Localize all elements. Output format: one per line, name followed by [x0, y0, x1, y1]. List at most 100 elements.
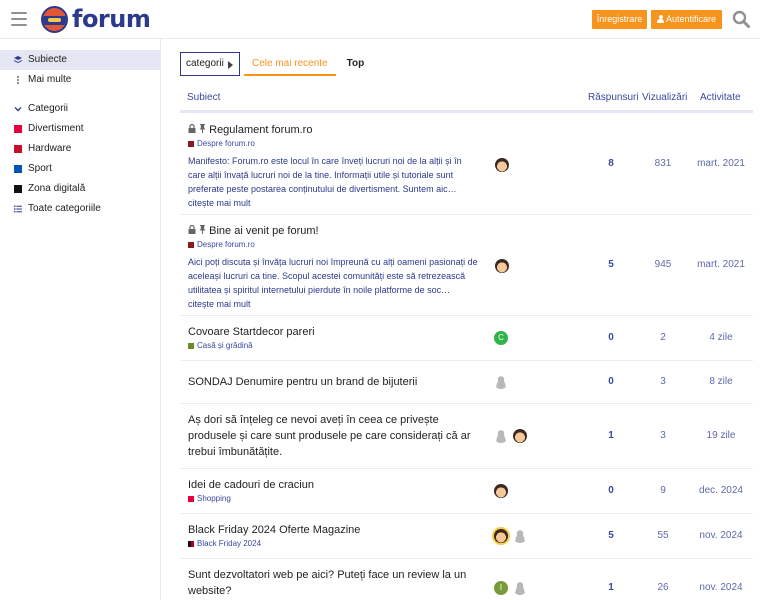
- sidebar-item-subiecte[interactable]: Subiecte: [0, 50, 161, 70]
- category-color-swatch: [188, 242, 194, 248]
- topic-excerpt[interactable]: Manifesto: Forum.ro este locul în care î…: [188, 154, 478, 210]
- avatar[interactable]: [513, 429, 527, 443]
- header-replies[interactable]: Răspunsuri: [588, 92, 639, 103]
- sidebar-all-categories[interactable]: Toate categoriile: [0, 199, 161, 219]
- topic-category[interactable]: Despre forum.ro: [188, 240, 255, 250]
- avatar[interactable]: [494, 429, 508, 443]
- register-button[interactable]: Înregistrare: [592, 10, 647, 29]
- topic-activity[interactable]: nov. 2024: [693, 582, 749, 593]
- topic-row[interactable]: Idei de cadouri de craciun Shopping 0 9 …: [180, 469, 753, 514]
- login-button-label: Autentificare: [665, 14, 717, 24]
- topic-activity[interactable]: 19 zile: [693, 430, 749, 441]
- topic-activity[interactable]: mart. 2021: [693, 259, 749, 270]
- topic-category[interactable]: Black Friday 2024: [188, 539, 261, 549]
- vertical-ellipsis-icon: [17, 76, 19, 84]
- login-button[interactable]: Autentificare: [651, 10, 722, 29]
- topic-views: 831: [654, 158, 672, 169]
- logo-text: forum: [72, 5, 151, 33]
- topic-title[interactable]: Sunt dezvoltatori web pe aici? Puteți fa…: [188, 567, 478, 599]
- pin-icon: [199, 124, 206, 133]
- topic-views: 3: [660, 376, 666, 387]
- topic-replies: 0: [608, 376, 614, 387]
- category-color-swatch: [188, 541, 194, 547]
- sidebar-category-divertisment[interactable]: Divertisment: [0, 119, 161, 139]
- topic-row[interactable]: Sunt dezvoltatori web pe aici? Puteți fa…: [180, 559, 753, 600]
- avatar[interactable]: [494, 375, 508, 389]
- category-color-swatch: [188, 496, 194, 502]
- topic-activity[interactable]: 8 zile: [693, 376, 749, 387]
- topic-category[interactable]: Shopping: [188, 494, 231, 504]
- topic-views: 3: [660, 430, 666, 441]
- avatar[interactable]: [513, 529, 527, 543]
- category-label: Divertisment: [28, 123, 84, 134]
- category-color-swatch: [14, 165, 22, 173]
- topic-title[interactable]: Black Friday 2024 Oferte Magazine: [188, 522, 488, 538]
- avatar[interactable]: [494, 529, 508, 543]
- categories-dropdown[interactable]: categorii: [180, 52, 240, 76]
- topic-activity[interactable]: nov. 2024: [693, 530, 749, 541]
- topic-title[interactable]: Aș dori să înțeleg ce nevoi aveți în cee…: [188, 412, 488, 460]
- tab-latest[interactable]: Cele mai recente: [244, 52, 336, 76]
- category-color-swatch: [14, 125, 22, 133]
- sidebar-category-zona-digitala[interactable]: Zona digitală: [0, 179, 161, 199]
- list-icon: [14, 205, 22, 213]
- topic-replies: 0: [608, 332, 614, 343]
- topic-row[interactable]: Aș dori să înțeleg ce nevoi aveți în cee…: [180, 404, 753, 469]
- header-views[interactable]: Vizualizări: [642, 92, 687, 103]
- header-subject[interactable]: Subiect: [187, 92, 220, 103]
- topic-nav: categorii Cele mai recente Top: [180, 52, 372, 76]
- topic-row[interactable]: Regulament forum.ro Despre forum.ro Mani…: [180, 116, 753, 215]
- categories-section-toggle[interactable]: Categorii: [0, 99, 161, 119]
- category-label: Hardware: [28, 143, 72, 154]
- avatar[interactable]: [495, 259, 509, 273]
- topic-activity[interactable]: mart. 2021: [693, 158, 749, 169]
- main-content: categorii Cele mai recente Top Subiect R…: [162, 39, 760, 600]
- topic-replies: 5: [608, 259, 614, 270]
- hamburger-menu-icon[interactable]: [11, 12, 27, 26]
- logo-mark-icon: [41, 5, 68, 33]
- avatar[interactable]: I: [494, 581, 508, 595]
- site-logo[interactable]: forum: [41, 5, 151, 33]
- topic-row[interactable]: Covoare Startdecor pareri Casă și grădin…: [180, 316, 753, 361]
- topic-views: 945: [654, 259, 672, 270]
- topic-category-label: Shopping: [197, 494, 231, 503]
- topic-category[interactable]: Despre forum.ro: [188, 139, 255, 149]
- search-icon[interactable]: [732, 10, 750, 28]
- topic-row[interactable]: Bine ai venit pe forum! Despre forum.ro …: [180, 215, 753, 316]
- sidebar-category-sport[interactable]: Sport: [0, 159, 161, 179]
- category-color-swatch: [14, 185, 22, 193]
- sidebar-category-hardware[interactable]: Hardware: [0, 139, 161, 159]
- avatar[interactable]: [495, 158, 509, 172]
- topic-activity[interactable]: dec. 2024: [693, 485, 749, 496]
- avatar[interactable]: [513, 581, 527, 595]
- topic-replies: 1: [608, 582, 614, 593]
- topic-category[interactable]: Casă și grădină: [188, 341, 253, 351]
- category-color-swatch: [188, 343, 194, 349]
- topic-views: 26: [657, 582, 669, 593]
- categories-heading: Categorii: [28, 103, 69, 114]
- sidebar: Subiecte Mai multe Categorii Divertismen…: [0, 39, 161, 600]
- topic-excerpt[interactable]: Aici poți discuta și învăța lucruri noi …: [188, 255, 478, 311]
- topic-table-header: Subiect Răspunsuri Vizualizări Activitat…: [180, 89, 753, 113]
- topic-row[interactable]: SONDAJ Denumire pentru un brand de bijut…: [180, 361, 753, 404]
- topic-replies: 0: [608, 485, 614, 496]
- category-label: Zona digitală: [28, 183, 86, 194]
- lock-icon: [188, 124, 196, 133]
- topic-replies: 5: [608, 530, 614, 541]
- topic-title-row[interactable]: Bine ai venit pe forum!: [188, 223, 488, 239]
- topic-title-row[interactable]: Regulament forum.ro: [188, 122, 488, 138]
- topic-title[interactable]: Covoare Startdecor pareri: [188, 324, 488, 340]
- topic-row[interactable]: Black Friday 2024 Oferte Magazine Black …: [180, 514, 753, 559]
- topic-activity[interactable]: 4 zile: [693, 332, 749, 343]
- tab-top[interactable]: Top: [339, 52, 373, 76]
- header-activity[interactable]: Activitate: [700, 92, 741, 103]
- category-color-swatch: [14, 145, 22, 153]
- topic-views: 9: [660, 485, 666, 496]
- topic-title[interactable]: SONDAJ Denumire pentru un brand de bijut…: [188, 374, 508, 390]
- sidebar-item-mai-multe[interactable]: Mai multe: [0, 70, 161, 90]
- topic-title[interactable]: Idei de cadouri de craciun: [188, 477, 488, 493]
- topic-category-label: Casă și grădină: [197, 341, 253, 350]
- site-header: forum Înregistrare Autentificare: [0, 0, 760, 39]
- avatar[interactable]: C: [494, 331, 508, 345]
- avatar[interactable]: [494, 484, 508, 498]
